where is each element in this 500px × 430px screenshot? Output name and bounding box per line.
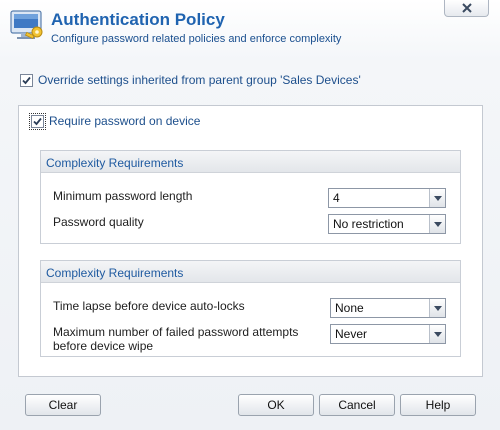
override-settings-row[interactable]: Override settings inherited from parent … (20, 73, 361, 87)
complexity-group-2: Complexity Requirements Time lapse befor… (40, 260, 461, 357)
authentication-policy-dialog: Authentication Policy Configure password… (0, 0, 500, 430)
failed-attempts-label: Maximum number of failed password attemp… (53, 325, 298, 353)
select-value: None (335, 301, 364, 315)
ok-button[interactable]: OK (238, 394, 314, 416)
close-icon (461, 3, 472, 13)
auto-lock-time-label: Time lapse before device auto-locks (53, 299, 245, 313)
clear-button[interactable]: Clear (25, 394, 101, 416)
select-value: Never (335, 327, 368, 341)
chevron-down-icon (429, 189, 445, 207)
group-title: Complexity Requirements (41, 261, 460, 283)
min-password-length-label: Minimum password length (53, 189, 193, 203)
require-password-row[interactable]: Require password on device (29, 112, 201, 130)
select-value: No restriction (333, 217, 404, 231)
close-button[interactable] (444, 0, 489, 17)
dialog-header: Authentication Policy Configure password… (0, 0, 500, 60)
group-title: Complexity Requirements (41, 151, 460, 173)
chevron-down-icon (429, 325, 445, 343)
help-button[interactable]: Help (400, 394, 476, 416)
min-password-length-select[interactable]: 4 (328, 188, 446, 208)
policy-settings-panel: Require password on device Complexity Re… (18, 105, 483, 377)
chevron-down-icon (429, 215, 445, 233)
require-password-label: Require password on device (49, 114, 201, 128)
failed-attempts-label-line2: before device wipe (53, 339, 154, 353)
require-password-checkbox[interactable] (29, 112, 46, 130)
password-quality-select[interactable]: No restriction (328, 214, 446, 234)
failed-attempts-label-line1: Maximum number of failed password attemp… (53, 325, 299, 339)
complexity-group-1: Complexity Requirements Minimum password… (40, 150, 461, 244)
password-quality-label: Password quality (53, 215, 144, 229)
select-value: 4 (333, 191, 340, 205)
policy-key-icon (10, 8, 46, 44)
override-settings-checkbox[interactable] (20, 73, 33, 87)
cancel-button[interactable]: Cancel (319, 394, 395, 416)
override-settings-label: Override settings inherited from parent … (38, 73, 361, 87)
dialog-title: Authentication Policy (51, 10, 225, 29)
failed-attempts-select[interactable]: Never (330, 324, 446, 344)
auto-lock-time-select[interactable]: None (330, 298, 446, 318)
dialog-subtitle: Configure password related policies and … (51, 33, 342, 45)
chevron-down-icon (429, 299, 445, 317)
